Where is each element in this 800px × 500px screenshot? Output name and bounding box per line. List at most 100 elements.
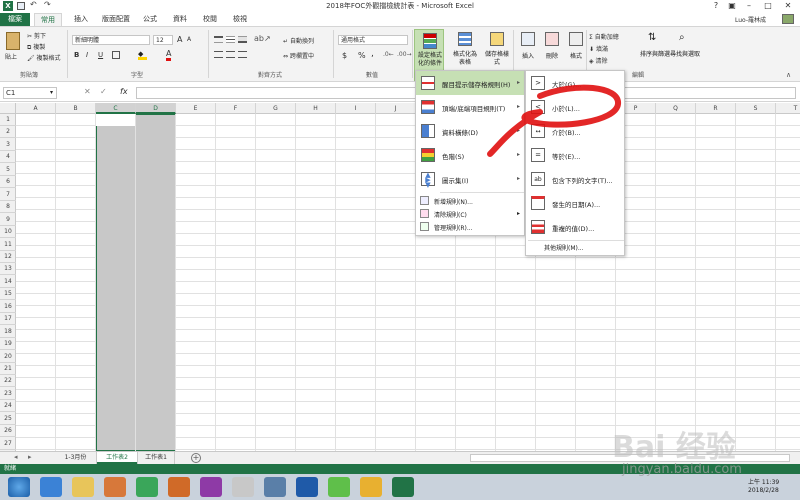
- row-header-2[interactable]: 2: [0, 126, 16, 139]
- find-select-button[interactable]: ⌕ 尋找與選取: [670, 29, 700, 69]
- row-header-7[interactable]: 7: [0, 189, 16, 201]
- player-icon[interactable]: [104, 477, 126, 497]
- comma-button[interactable]: ,: [371, 49, 374, 59]
- row-header-27[interactable]: 27: [0, 438, 16, 450]
- tab-data[interactable]: 資料: [168, 13, 192, 26]
- wechat-icon[interactable]: [328, 477, 350, 497]
- explorer-icon[interactable]: [72, 477, 94, 497]
- select-all-corner[interactable]: [0, 103, 16, 114]
- fill-color-icon[interactable]: ◆: [138, 51, 147, 60]
- start-button-icon[interactable]: [8, 477, 30, 497]
- row-header-19[interactable]: 19: [0, 338, 16, 351]
- maximize-button[interactable]: □: [760, 0, 776, 12]
- outlook-icon[interactable]: [296, 477, 318, 497]
- minimize-button[interactable]: –: [741, 0, 757, 12]
- user-name[interactable]: Luo-羅林成: [735, 15, 766, 24]
- row-header-15[interactable]: 15: [0, 288, 16, 301]
- row-header-16[interactable]: 16: [0, 301, 16, 313]
- chrome-icon[interactable]: [360, 477, 382, 497]
- italic-button[interactable]: I: [86, 51, 88, 59]
- row-header-23[interactable]: 23: [0, 388, 16, 400]
- tab-home[interactable]: 常用: [34, 13, 62, 26]
- new-sheet-icon[interactable]: +: [191, 453, 201, 463]
- row-header-11[interactable]: 11: [0, 239, 16, 251]
- paste-icon[interactable]: [6, 32, 20, 50]
- row-header-17[interactable]: 17: [0, 313, 16, 326]
- excel-taskbar-icon[interactable]: [392, 477, 414, 497]
- delete-cells-button[interactable]: 刪除: [540, 29, 564, 69]
- column-header-a[interactable]: A: [16, 103, 56, 114]
- increase-decimal-icon[interactable]: .0←: [383, 51, 394, 58]
- row-header-3[interactable]: 3: [0, 139, 16, 151]
- collapse-ribbon-icon[interactable]: ∧: [786, 71, 791, 79]
- sheet-tab-2-active[interactable]: 工作表2: [97, 452, 137, 464]
- underline-button[interactable]: U: [98, 51, 103, 59]
- fill-button[interactable]: ⬇ 填滿: [589, 44, 608, 53]
- format-as-table-button[interactable]: 格式化為表格: [450, 29, 480, 69]
- row-header-18[interactable]: 18: [0, 326, 16, 338]
- tab-review[interactable]: 校閱: [198, 13, 222, 26]
- tab-page-layout[interactable]: 版面配置: [98, 13, 134, 26]
- format-cells-button[interactable]: 格式: [564, 29, 588, 69]
- submenu-item-more-rules[interactable]: 其他規則(M)...: [544, 243, 584, 252]
- row-header-4[interactable]: 4: [0, 151, 16, 164]
- row-header-1[interactable]: 1: [0, 114, 16, 126]
- border-icon[interactable]: [112, 51, 120, 59]
- paste-button[interactable]: 貼上: [5, 52, 17, 61]
- align-middle-icon[interactable]: [226, 36, 235, 43]
- column-header-c[interactable]: C: [96, 103, 136, 114]
- q-app-icon[interactable]: [200, 477, 222, 497]
- scroll-right-icon[interactable]: ▸: [28, 453, 32, 461]
- decrease-decimal-icon[interactable]: .00→: [397, 51, 412, 58]
- confirm-entry-icon[interactable]: ✓: [100, 87, 107, 96]
- number-format-box[interactable]: 通用格式: [338, 35, 408, 45]
- column-header-h[interactable]: H: [296, 103, 336, 114]
- insert-function-icon[interactable]: fx: [120, 87, 128, 96]
- bold-button[interactable]: B: [74, 51, 79, 59]
- align-left-icon[interactable]: [214, 51, 223, 58]
- copy-button[interactable]: ⧉ 複製: [27, 42, 45, 52]
- tab-view[interactable]: 檢視: [228, 13, 252, 26]
- row-header-8[interactable]: 8: [0, 201, 16, 214]
- cancel-entry-icon[interactable]: ✕: [84, 87, 91, 96]
- menu-item-icon-sets[interactable]: ▲ ▶ ▼ 圖示集(I) ▸: [416, 167, 524, 191]
- row-header-20[interactable]: 20: [0, 351, 16, 363]
- merge-center-button[interactable]: ⇔ 跨欄置中: [283, 51, 314, 60]
- shrink-font-button[interactable]: A: [187, 36, 191, 43]
- row-header-25[interactable]: 25: [0, 413, 16, 425]
- row-header-14[interactable]: 14: [0, 276, 16, 288]
- align-center-icon[interactable]: [226, 51, 235, 58]
- clear-button[interactable]: ◈ 清除: [589, 56, 608, 65]
- name-box[interactable]: C1: [3, 87, 57, 99]
- submenu-item-text-contains[interactable]: ab 包含下列的文字(T)...: [526, 167, 624, 191]
- column-header-t[interactable]: T: [776, 103, 800, 114]
- row-header-12[interactable]: 12: [0, 251, 16, 263]
- clock-time[interactable]: 上午 11:39: [748, 477, 779, 486]
- clock-date[interactable]: 2018/2/28: [748, 487, 779, 494]
- column-header-j[interactable]: J: [376, 103, 416, 114]
- column-header-d[interactable]: D: [136, 103, 176, 114]
- format-painter-button[interactable]: 🖌 複製格式: [27, 53, 61, 62]
- font-color-button[interactable]: A: [166, 49, 172, 61]
- column-header-b[interactable]: B: [56, 103, 96, 114]
- close-button[interactable]: ✕: [780, 0, 796, 12]
- scroll-left-icon[interactable]: ◂: [14, 453, 18, 461]
- column-header-e[interactable]: E: [176, 103, 216, 114]
- percent-button[interactable]: %: [358, 51, 366, 60]
- cell-styles-button[interactable]: 儲存格樣式: [482, 29, 512, 69]
- sheet-tab-3[interactable]: 工作表1: [137, 452, 175, 464]
- grow-font-button[interactable]: A: [177, 35, 182, 44]
- align-right-icon[interactable]: [238, 51, 247, 58]
- align-top-icon[interactable]: [214, 36, 223, 43]
- help-icon[interactable]: ?: [708, 0, 724, 12]
- font-name-box[interactable]: 新細明體: [72, 35, 150, 45]
- insert-cells-button[interactable]: 插入: [516, 29, 540, 69]
- row-header-24[interactable]: 24: [0, 400, 16, 413]
- align-bottom-icon[interactable]: [238, 36, 247, 43]
- ie-icon[interactable]: [40, 477, 62, 497]
- column-header-g[interactable]: G: [256, 103, 296, 114]
- row-header-6[interactable]: 6: [0, 176, 16, 189]
- column-header-s[interactable]: S: [736, 103, 776, 114]
- row-header-10[interactable]: 10: [0, 226, 16, 239]
- cell-grid[interactable]: [16, 114, 800, 451]
